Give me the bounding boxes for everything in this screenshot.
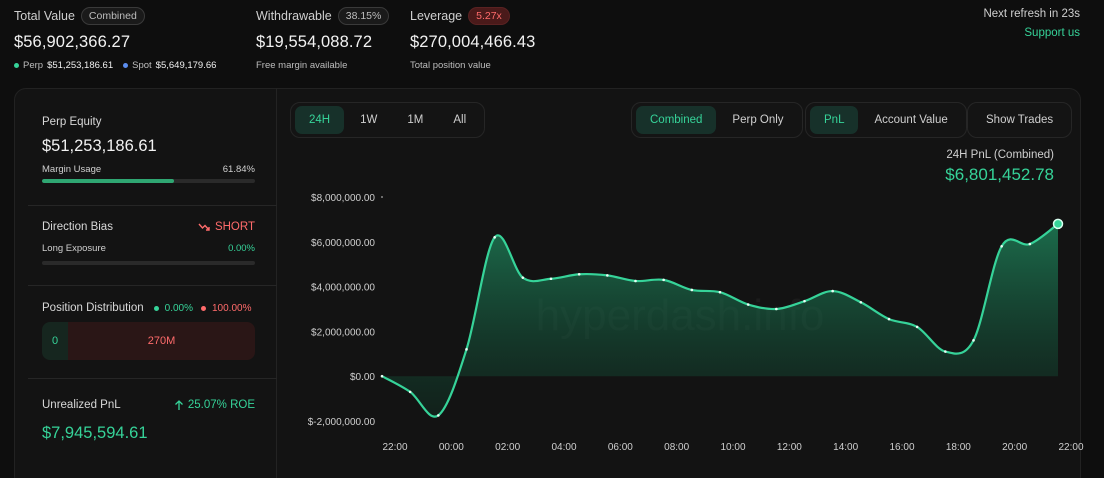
combined-badge: Combined xyxy=(80,7,145,25)
arrow-up-icon xyxy=(174,399,183,410)
divider xyxy=(28,285,277,286)
trend-down-icon xyxy=(198,223,210,231)
unrealized-pnl-section: Unrealized PnL 25.07% ROE $7,945,594.61 xyxy=(42,399,255,443)
total-value-label: Total Value xyxy=(14,9,75,23)
withdrawable-stat: Withdrawable 38.15% $19,554,088.72 Free … xyxy=(256,7,390,71)
withdrawable-value: $19,554,088.72 xyxy=(256,33,373,51)
spot-dot-icon xyxy=(123,63,129,68)
unrealized-pnl-value: $7,945,594.61 xyxy=(42,424,148,442)
direction-bias-value: SHORT xyxy=(214,221,255,233)
roe-value: 25.07% ROE xyxy=(187,399,255,411)
long-exposure-bar xyxy=(42,261,255,265)
tab-1m[interactable]: 1M xyxy=(393,106,437,134)
roe-indicator: 25.07% ROE xyxy=(174,399,255,411)
short-amount: 270M xyxy=(68,322,255,360)
leverage-stat: Leverage 5.27x $270,004,466.43 Total pos… xyxy=(410,7,535,71)
margin-usage-bar xyxy=(42,179,255,183)
withdrawable-badge: 38.15% xyxy=(337,7,390,25)
long-amount: 0 xyxy=(42,322,68,360)
direction-bias-section: Direction Bias SHORT Long Exposure 0.00% xyxy=(42,221,255,265)
pnl-summary-label: 24H PnL (Combined) xyxy=(946,149,1054,161)
perp-label: Perp xyxy=(23,60,44,71)
total-value-stat: Total Value Combined $56,902,366.27 Perp… xyxy=(14,7,216,71)
tab-24h[interactable]: 24H xyxy=(295,106,345,134)
position-distribution-section: Position Distribution 0.00% 100.00% 0 27… xyxy=(42,302,255,360)
spot-label: Spot xyxy=(132,60,152,71)
unrealized-pnl-label: Unrealized PnL xyxy=(42,399,121,411)
tab-pnl[interactable]: PnL xyxy=(810,106,859,134)
direction-bias-label: Direction Bias xyxy=(42,221,113,233)
position-distribution-bar: 0 270M xyxy=(42,322,255,360)
tab-combined[interactable]: Combined xyxy=(636,106,717,134)
long-pct: 0.00% xyxy=(164,302,193,314)
support-us-link[interactable]: Support us xyxy=(1024,27,1080,39)
pnl-summary-value: $6,801,452.78 xyxy=(945,165,1054,184)
margin-usage-fill xyxy=(42,179,174,183)
long-dot-icon xyxy=(153,305,159,311)
perp-equity-value: $51,253,186.61 xyxy=(42,137,157,155)
margin-usage-value: 61.84% xyxy=(222,164,255,175)
leverage-value: $270,004,466.43 xyxy=(410,33,536,51)
show-trades-group: Show Trades xyxy=(967,102,1073,138)
leverage-label: Leverage xyxy=(410,9,463,23)
short-dot-icon xyxy=(201,305,206,311)
tab-perp-only[interactable]: Perp Only xyxy=(718,106,797,134)
divider xyxy=(28,378,277,379)
spot-value: $5,649,179.66 xyxy=(155,60,217,71)
show-trades-button[interactable]: Show Trades xyxy=(972,106,1067,134)
short-pct: 100.00% xyxy=(212,302,252,314)
tab-1w[interactable]: 1W xyxy=(346,106,391,134)
withdrawable-sub: Free margin available xyxy=(256,60,348,71)
position-distribution-label: Position Distribution xyxy=(42,302,144,314)
direction-bias-indicator: SHORT xyxy=(198,221,255,233)
perp-equity-section: Perp Equity $51,253,186.61 Margin Usage … xyxy=(42,116,255,183)
perp-value: $51,253,186.61 xyxy=(47,60,114,71)
metric-tabs: PnL Account Value xyxy=(805,102,967,138)
perp-dot-icon xyxy=(14,63,19,68)
total-value: $56,902,366.27 xyxy=(14,33,131,51)
long-exposure-value: 0.00% xyxy=(228,243,255,254)
time-range-tabs: 24H 1W 1M All xyxy=(290,102,486,138)
tab-account-value[interactable]: Account Value xyxy=(860,106,961,134)
margin-usage-label: Margin Usage xyxy=(42,164,102,175)
withdrawable-label: Withdrawable xyxy=(256,9,332,23)
long-exposure-label: Long Exposure xyxy=(42,243,106,254)
view-tabs: Combined Perp Only xyxy=(631,102,803,138)
perp-equity-label: Perp Equity xyxy=(42,116,102,128)
leverage-sub: Total position value xyxy=(410,60,491,71)
refresh-countdown: Next refresh in 23s xyxy=(983,8,1080,20)
total-value-breakdown: Perp $51,253,186.61 Spot $5,649,179.66 xyxy=(14,60,216,71)
tab-all[interactable]: All xyxy=(439,106,480,134)
divider xyxy=(28,205,277,206)
leverage-badge: 5.27x xyxy=(468,7,510,25)
